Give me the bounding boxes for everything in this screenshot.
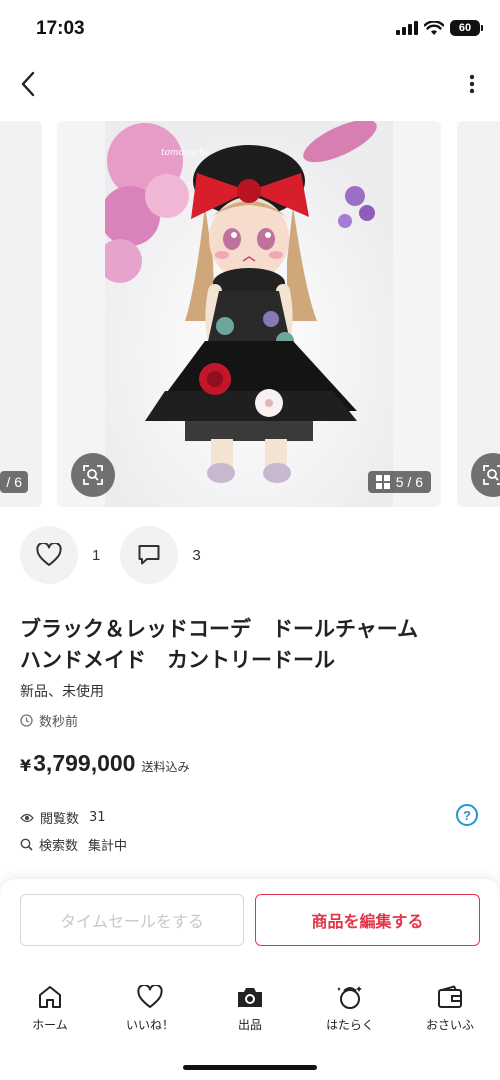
search-count-row: 検索数 集計中 — [20, 835, 127, 854]
chevron-left-icon — [21, 71, 35, 97]
tab-likes[interactable]: いいね！ — [100, 983, 200, 1043]
views-value: 31 — [89, 810, 106, 825]
tab-home[interactable]: ホーム — [0, 983, 100, 1043]
work-icon — [336, 983, 364, 1011]
visual-search-icon — [83, 465, 103, 485]
product-photo: tomoruchi — [105, 121, 393, 507]
comment-button[interactable] — [120, 526, 179, 584]
gallery-slide-next[interactable] — [457, 121, 500, 507]
home-icon — [36, 983, 64, 1011]
tab-home-label: ホーム — [32, 1018, 68, 1032]
tab-wallet[interactable]: おさいふ — [400, 983, 500, 1043]
search-icon — [20, 838, 33, 851]
camera-icon — [236, 983, 264, 1011]
like-count: 1 — [92, 546, 101, 564]
image-counter-badge: 5 / 6 — [367, 471, 431, 493]
wallet-icon — [436, 983, 464, 1011]
price-value: 3,799,000 — [33, 750, 136, 776]
grid-icon — [375, 475, 390, 489]
clock-icon — [20, 714, 33, 727]
more-vertical-icon — [469, 74, 475, 94]
posted-time-text: 数秒前 — [39, 715, 79, 730]
like-button[interactable] — [20, 526, 78, 584]
help-button[interactable]: ? — [456, 804, 478, 826]
tab-sell[interactable]: 出品 — [200, 983, 300, 1043]
item-title-line-2: ハンドメイド カントリードール — [20, 648, 335, 672]
back-button[interactable] — [10, 66, 46, 102]
search-label: 検索数 — [39, 839, 79, 854]
wifi-icon — [424, 20, 444, 35]
item-actions: 1 3 — [20, 526, 221, 584]
gallery-slide-previous[interactable]: / 6 — [0, 121, 42, 507]
bottom-action-panel: タイムセールをする 商品を編集する ホーム いいね！ 出品 はたらく おさいふ — [0, 879, 500, 1080]
status-time: 17:03 — [36, 18, 85, 39]
tab-bar: ホーム いいね！ 出品 はたらく おさいふ — [0, 983, 500, 1043]
shipping-note: 送料込み — [141, 760, 190, 774]
status-indicators: 60 — [396, 20, 483, 36]
item-condition: 新品、未使用 — [20, 684, 104, 700]
search-value: 集計中 — [88, 839, 128, 854]
comment-count: 3 — [192, 546, 201, 564]
edit-item-button[interactable]: 商品を編集する — [255, 894, 480, 946]
image-counter-text: 5 / 6 — [395, 474, 423, 490]
battery-icon: 60 — [450, 20, 483, 36]
image-search-button[interactable] — [71, 453, 115, 497]
visual-search-icon — [483, 465, 500, 485]
timesale-button[interactable]: タイムセールをする — [20, 894, 244, 946]
navigation-bar — [0, 58, 500, 112]
item-title: ブラック＆レッドコーデ ドールチャーム ハンドメイド カントリードール — [20, 614, 480, 676]
item-title-line-1: ブラック＆レッドコーデ ドールチャーム — [20, 617, 419, 641]
image-counter-previous: / 6 — [0, 471, 28, 493]
tab-work[interactable]: はたらく — [300, 983, 400, 1043]
tab-wallet-label: おさいふ — [425, 1018, 474, 1032]
tab-work-label: はたらく — [326, 1018, 374, 1032]
posted-time: 数秒前 — [20, 711, 78, 730]
price-currency: ¥ — [20, 756, 32, 775]
eye-icon — [20, 813, 34, 822]
heart-icon — [136, 983, 164, 1011]
tab-likes-label: いいね！ — [125, 1018, 174, 1032]
item-price: ¥ 3,799,000 送料込み — [20, 750, 189, 777]
home-indicator — [183, 1065, 317, 1070]
doll-image: tomoruchi — [105, 121, 393, 507]
comment-icon — [138, 545, 160, 565]
heart-icon — [36, 543, 62, 566]
photo-watermark: tomoruchi — [161, 148, 208, 158]
tab-sell-label: 出品 — [237, 1018, 262, 1032]
image-search-button-next[interactable] — [471, 453, 500, 497]
status-bar: 17:03 60 — [0, 0, 500, 58]
views-label: 閲覧数 — [40, 812, 80, 827]
image-gallery[interactable]: / 6 tomoruchi 5 / 6 — [0, 121, 500, 507]
view-count-row: 閲覧数 31 — [20, 808, 106, 827]
more-options-button[interactable] — [462, 66, 482, 102]
gallery-slide-current[interactable]: tomoruchi 5 / 6 — [57, 121, 441, 507]
cellular-signal-icon — [396, 21, 418, 35]
